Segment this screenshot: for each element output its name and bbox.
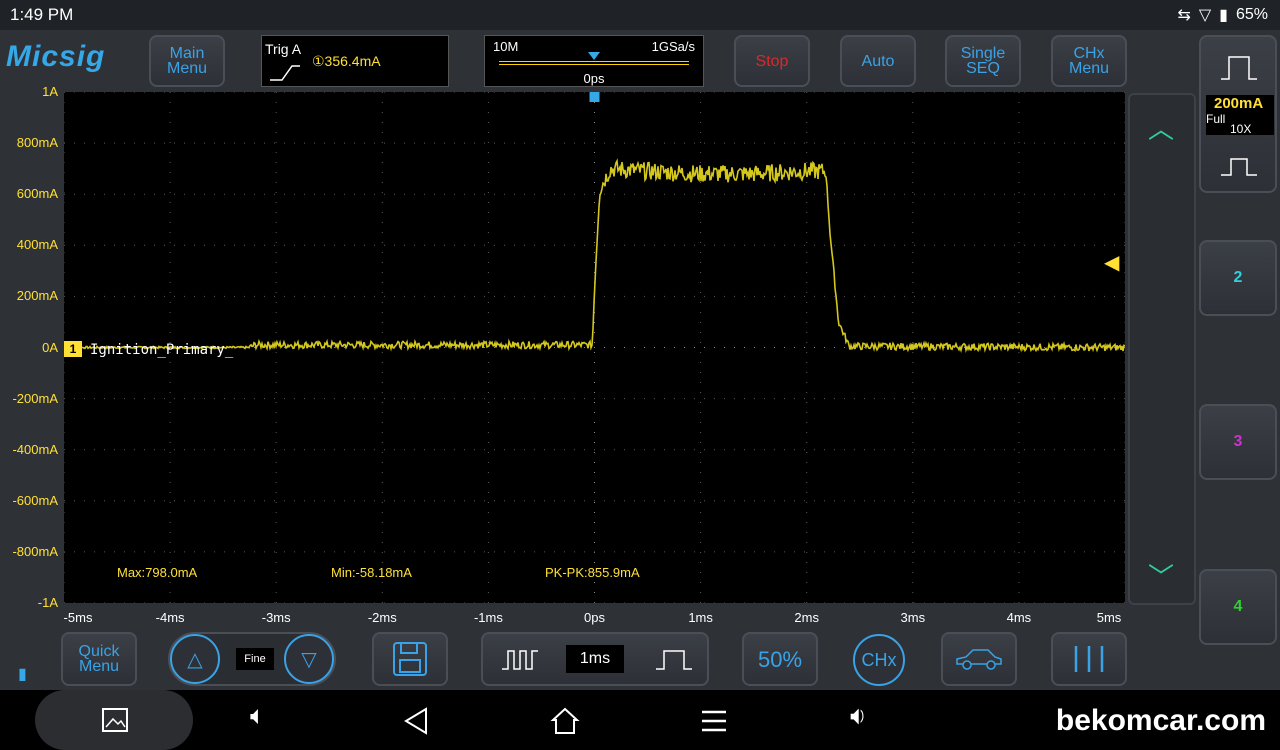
pulse-narrow-icon [1221, 158, 1257, 176]
compress-pulse-icon [502, 650, 538, 670]
trigger-time-marker[interactable] [589, 92, 600, 102]
android-nav-bar: 🔈︎ 🔉︎ bekomcar.com [0, 690, 1280, 750]
data-transfer-icon: ⇆ [1177, 7, 1191, 24]
menu-icon[interactable] [700, 708, 728, 734]
trigger-position-marker [588, 52, 600, 60]
cursor-bars-icon [1074, 646, 1104, 672]
battery-icon: ▮ [1219, 7, 1228, 24]
status-bar: 1:49 PM ⇆ ▽ ▮ 65% [0, 0, 1280, 30]
increase-button[interactable]: △ [170, 634, 220, 684]
channel1-probe: 10X [1230, 122, 1252, 136]
x-tick-label: -5ms [63, 610, 93, 625]
measure-pkpk: PK-PK:855.9mA [545, 565, 640, 580]
oscilloscope-screen: 1:49 PM ⇆ ▽ ▮ 65% Micsig Main Menu Trig … [0, 0, 1280, 750]
fine-label[interactable]: Fine [236, 648, 274, 670]
micsig-logo: Micsig [6, 40, 106, 73]
x-tick-label: 4ms [1006, 610, 1032, 625]
sample-rate: 1GSa/s [651, 39, 695, 54]
y-tick-label: 0A [42, 339, 58, 355]
channel1-scale-box: 200mA Full 10X [1206, 95, 1274, 136]
auto-button[interactable]: Auto [840, 35, 916, 87]
x-tick-label: 5ms [1096, 610, 1122, 625]
fifty-percent-button[interactable]: 50% [742, 632, 818, 686]
status-time: 1:49 PM [10, 5, 74, 24]
car-icon [956, 649, 1002, 670]
trigger-panel[interactable]: Trig A ①356.4mA [261, 35, 449, 87]
x-tick-label: 2ms [794, 610, 819, 625]
channel3-button[interactable]: 3 [1199, 404, 1277, 480]
timebase-increase-button[interactable] [654, 645, 694, 678]
triangle-up-icon: △ [187, 648, 203, 671]
volume-down-icon[interactable]: 🔈︎ [250, 700, 266, 732]
home-icon[interactable] [550, 706, 580, 736]
chx-menu-button[interactable]: CHx Menu [1051, 35, 1127, 87]
timebase-decrease-button[interactable] [500, 645, 540, 678]
memory-depth: 10M [493, 39, 519, 54]
vertical-scroll-panel[interactable]: ︿ ﹀ [1128, 93, 1196, 605]
y-tick-label: -1A [37, 595, 58, 610]
y-tick-label: 800mA [16, 135, 58, 151]
channel4-button[interactable]: 4 [1199, 569, 1277, 645]
channel1-ground-marker[interactable]: 1 [64, 341, 82, 357]
trace-name-label: Ignition_Primary_ [90, 342, 234, 358]
y-tick-label: -400mA [12, 441, 58, 457]
y-tick-label: 200mA [16, 288, 58, 304]
trigger-level-arrow-icon[interactable]: ◀ [1104, 250, 1119, 275]
x-tick-label: -4ms [155, 610, 185, 625]
trigger-label: Trig A [265, 41, 302, 57]
x-tick-label: 1ms [688, 610, 713, 625]
volume-up-icon[interactable]: 🔉︎ [850, 700, 866, 732]
memory-bar [499, 61, 689, 65]
battery-level-icon: ▮ [18, 666, 27, 683]
trigger-level: ①356.4mA [312, 53, 381, 69]
auto-mode-button[interactable] [941, 632, 1017, 686]
chevron-down-icon[interactable]: ﹀ [1148, 557, 1174, 594]
channel1-panel[interactable]: 200mA Full 10X [1199, 35, 1277, 193]
decrease-button[interactable]: ▽ [284, 634, 334, 684]
channel1-coupling: Full [1206, 112, 1226, 126]
cursor-button[interactable] [1051, 632, 1127, 686]
y-tick-label: -200mA [12, 390, 58, 406]
main-menu-button[interactable]: Main Menu [149, 35, 225, 87]
timebase-value[interactable]: 1ms [566, 645, 624, 673]
x-tick-label: -2ms [367, 610, 397, 625]
battery-percent: 65% [1235, 6, 1268, 23]
x-tick-label: -3ms [261, 610, 291, 625]
pulse-wide-icon [1221, 56, 1257, 80]
watermark-text: bekomcar.com [1055, 704, 1266, 737]
screenshot-icon[interactable] [100, 706, 130, 734]
y-tick-label: -600mA [12, 492, 58, 508]
x-tick-label: 0ps [584, 610, 605, 625]
save-button[interactable] [372, 632, 448, 686]
back-icon[interactable] [402, 707, 430, 735]
measure-max: Max:798.0mA [117, 565, 198, 580]
horizontal-panel[interactable]: 10M 1GSa/s 0ps [484, 35, 704, 87]
rising-edge-icon [270, 65, 300, 81]
channel2-button[interactable]: 2 [1199, 240, 1277, 316]
expand-pulse-icon [656, 650, 692, 670]
chevron-up-icon[interactable]: ︿ [1148, 109, 1174, 146]
wifi-icon: ▽ [1198, 7, 1212, 24]
x-tick-label: -1ms [473, 610, 503, 625]
chx-button[interactable]: CHx [853, 634, 905, 686]
y-tick-label: -800mA [12, 543, 58, 559]
y-tick-label: 1A [42, 84, 58, 99]
x-tick-label: 3ms [900, 610, 926, 625]
single-seq-button[interactable]: Single SEQ [945, 35, 1021, 87]
floppy-disk-icon [393, 642, 427, 676]
measure-min: Min:-58.18mA [331, 565, 412, 580]
triangle-down-icon: ▽ [301, 648, 317, 671]
y-tick-label: 400mA [16, 237, 58, 253]
status-icons: ⇆ ▽ ▮ 65% [1177, 5, 1268, 25]
channel1-scale: 200mA [1214, 95, 1264, 112]
y-tick-label: 600mA [16, 186, 58, 202]
stop-button[interactable]: Stop [734, 35, 810, 87]
time-position: 0ps [583, 71, 605, 86]
quick-menu-button[interactable]: Quick Menu [61, 632, 137, 686]
